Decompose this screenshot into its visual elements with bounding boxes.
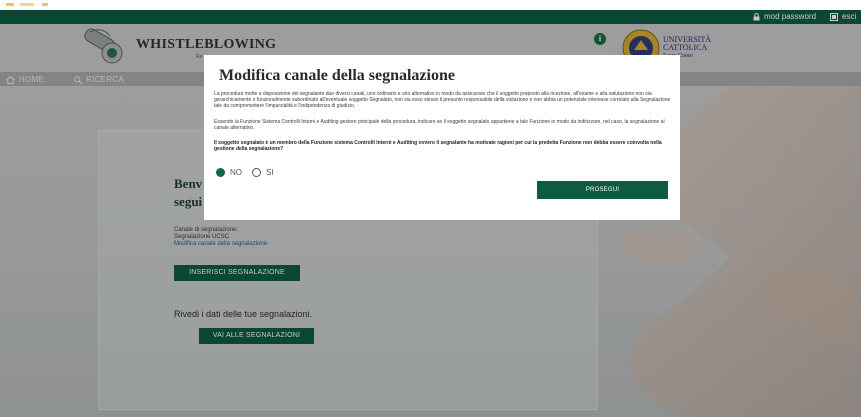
radio-si-label[interactable]: SI — [266, 168, 274, 177]
page-root: mod password esci WHISTLEBLOWING Re i UN… — [0, 0, 861, 417]
strip-mark — [6, 3, 14, 6]
strip-mark — [42, 3, 48, 6]
modifica-canale-modal: Modifica canale della segnalazione La pr… — [204, 55, 680, 220]
radio-no[interactable] — [216, 168, 225, 177]
strip-mark — [20, 3, 34, 6]
modal-paragraph-1: La procedura mette a disposizione del se… — [214, 91, 671, 109]
prosegui-button[interactable]: PROSEGUI — [537, 181, 668, 199]
radio-no-label[interactable]: NO — [230, 168, 242, 177]
modal-title: Modifica canale della segnalazione — [219, 67, 455, 84]
modal-question: Il soggetto segnalato è un membro della … — [214, 140, 662, 152]
radio-si[interactable] — [252, 168, 261, 177]
radio-group: NO SI — [216, 168, 284, 177]
modal-paragraph-2: Essendo la Funzione Sistema Controlli In… — [214, 119, 665, 131]
top-strip — [0, 0, 861, 10]
